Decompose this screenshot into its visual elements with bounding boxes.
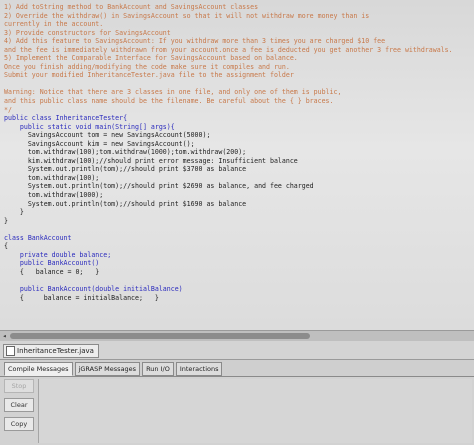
file-tab-inheritancetester[interactable]: InheritanceTester.java (3, 344, 99, 358)
code-line: System.out.println(tom);//should print $… (4, 182, 314, 191)
code-line: 2) Override the withdraw() in SavingsAcc… (4, 11, 370, 20)
code-line: System.out.println(tom);//should print $… (4, 199, 247, 208)
tab-run-io[interactable]: Run I/O (142, 362, 174, 376)
code-line: } (4, 216, 8, 225)
code-line: Warning: Notice that there are 3 classes… (4, 88, 342, 97)
code-editor[interactable]: 1) Add toString method to BankAccount an… (0, 0, 474, 330)
console-buttons: Stop Clear Copy (4, 379, 34, 436)
code-line: 5) Implement the Comparable Interface fo… (4, 54, 298, 63)
java-file-icon (6, 346, 15, 356)
code-line: 3) Provide constructors for SavingsAccou… (4, 28, 171, 37)
file-tab-bar: InheritanceTester.java (0, 341, 474, 360)
message-tabs: Compile Messages jGRASP Messages Run I/O… (0, 362, 474, 376)
console-panel: Stop Clear Copy (0, 376, 474, 445)
code-line: 1) Add toString method to BankAccount an… (4, 3, 259, 11)
code-line: */ (4, 105, 12, 114)
clear-button[interactable]: Clear (4, 398, 34, 412)
code-text-area[interactable]: 1) Add toString method to BankAccount an… (4, 3, 474, 302)
code-line: tom.withdraw(100); (4, 173, 100, 182)
code-line: public BankAccount(double initialBalance… (4, 285, 183, 294)
scrollbar-thumb[interactable] (10, 333, 310, 339)
code-line: System.out.println(tom);//should print $… (4, 165, 247, 174)
code-line: Once you finish adding/modifying the cod… (4, 62, 290, 71)
tab-jgrasp-messages[interactable]: jGRASP Messages (74, 362, 141, 376)
scroll-left-arrow[interactable]: ◂ (1, 332, 8, 340)
tab-compile-messages[interactable]: Compile Messages (4, 362, 73, 376)
tab-interactions[interactable]: Interactions (175, 362, 223, 376)
code-line: tom.withdraw(100);tom.withdraw(1000);tom… (4, 148, 247, 157)
code-line: } (4, 208, 24, 217)
code-line: and this public class name should be the… (4, 97, 334, 106)
code-line: currently in the account. (4, 20, 104, 29)
code-line: { balance = initialBalance; } (4, 293, 159, 302)
code-line: { balance = 0; } (4, 267, 100, 276)
code-line: Submit your modified InheritanceTester.j… (4, 71, 294, 80)
code-line: SavingsAccount kim = new SavingsAccount(… (4, 139, 195, 148)
code-line: class BankAccount (4, 233, 72, 242)
code-line: tom.withdraw(1000); (4, 191, 104, 200)
code-line: public class InheritanceTester{ (4, 114, 128, 123)
code-line: SavingsAccount tom = new SavingsAccount(… (4, 131, 211, 140)
code-line: private double balance; (4, 250, 112, 259)
horizontal-scrollbar[interactable]: ◂ (0, 330, 474, 341)
copy-button[interactable]: Copy (4, 417, 34, 431)
code-line: public BankAccount() (4, 259, 100, 268)
code-line: { (4, 242, 8, 251)
code-line: public static void main(String[] args){ (4, 122, 175, 131)
compile-output-area[interactable] (38, 379, 472, 443)
stop-button[interactable]: Stop (4, 379, 34, 393)
code-line: kim.withdraw(100);//should print error m… (4, 156, 298, 165)
code-line: 4) Add this feature to SavingsAccount: I… (4, 37, 386, 46)
code-line: and the fee is immediately withdrawn fro… (4, 45, 453, 54)
file-tab-label: InheritanceTester.java (17, 347, 94, 355)
